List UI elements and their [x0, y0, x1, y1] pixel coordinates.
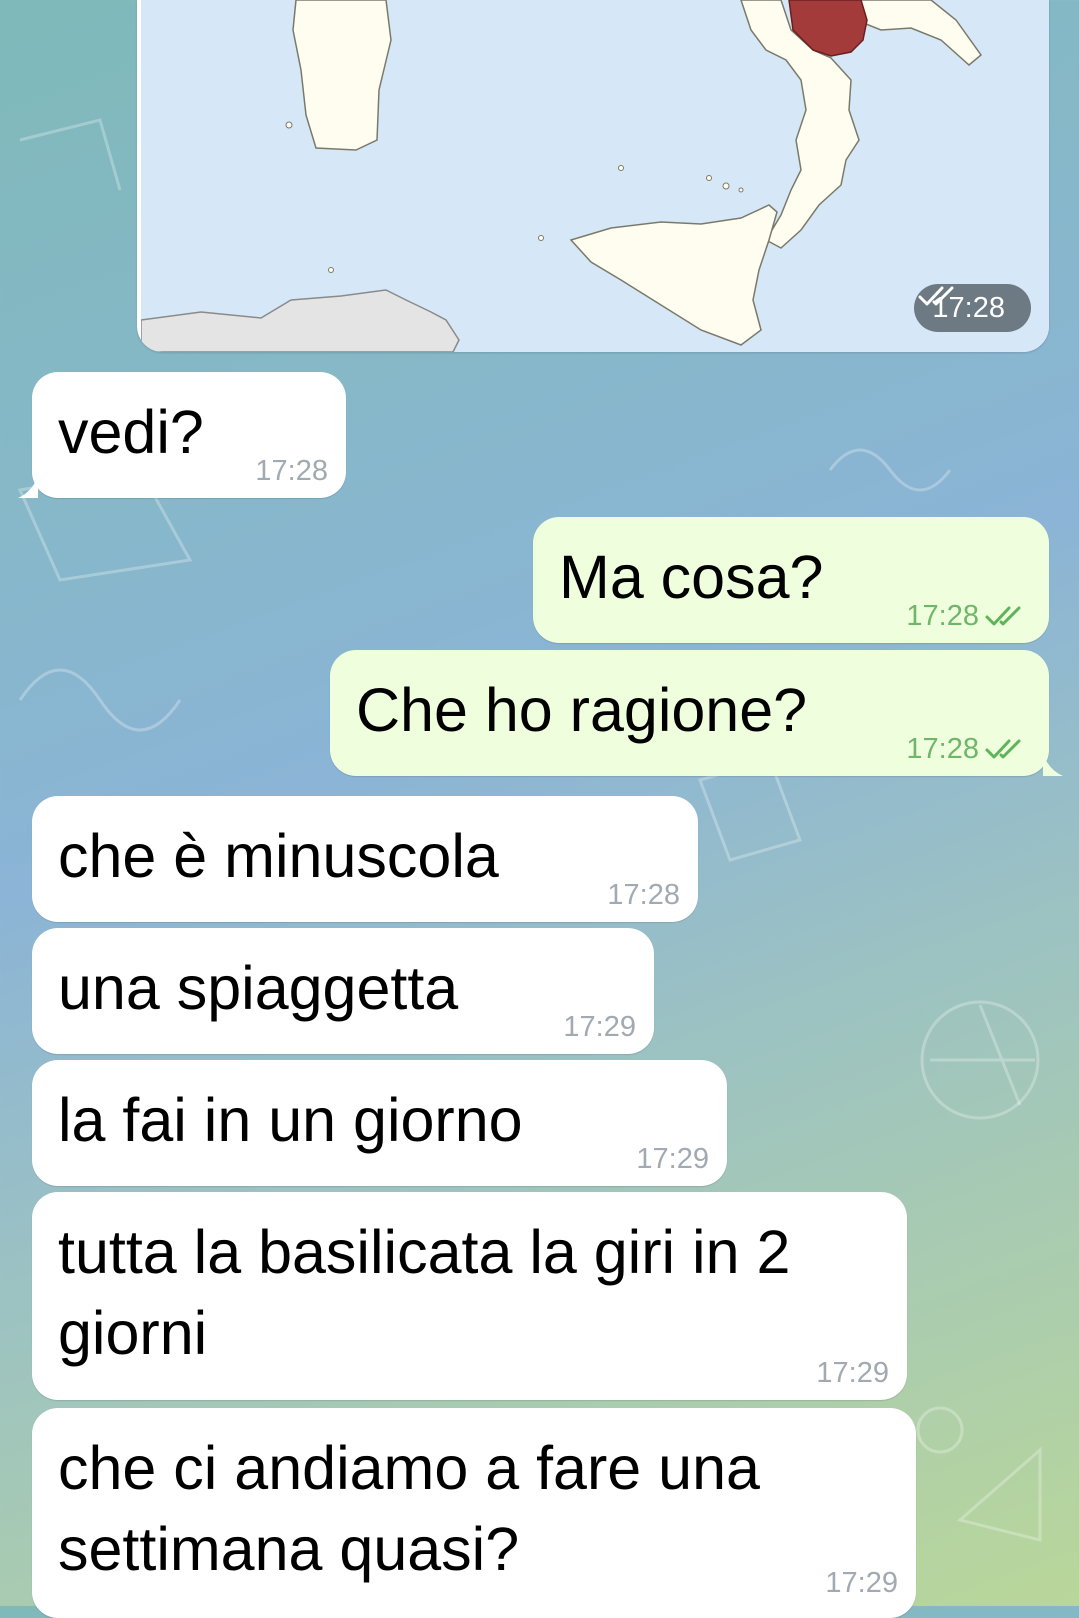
incoming-message[interactable]: la fai in un giorno 17:29	[32, 1060, 727, 1186]
outgoing-message[interactable]: Ma cosa? 17:28	[533, 517, 1049, 643]
message-text: tutta la basilicata la giri in 2 giorni	[58, 1218, 791, 1367]
message-time: 17:28	[607, 879, 680, 911]
message-meta: 17:29	[825, 1566, 898, 1600]
message-time: 17:29	[825, 1567, 898, 1599]
message-text: Ma cosa?	[559, 543, 824, 611]
incoming-message[interactable]: che ci andiamo a fare una settimana quas…	[32, 1408, 916, 1618]
map-image	[141, 0, 1049, 352]
message-time: 17:28	[906, 733, 979, 765]
message-meta: 17:29	[563, 1010, 636, 1044]
bubble-tail	[1043, 754, 1063, 776]
message-meta: 17:28	[906, 732, 1031, 766]
message-text: che ci andiamo a fare una settimana quas…	[58, 1434, 760, 1583]
incoming-message[interactable]: che è minuscola 17:28	[32, 796, 698, 922]
message-text: una spiaggetta	[58, 954, 459, 1022]
message-time: 17:28	[255, 455, 328, 487]
message-meta: 17:28	[607, 878, 680, 912]
message-text: Che ho ragione?	[356, 676, 808, 744]
incoming-message[interactable]: vedi? 17:28	[18, 372, 346, 498]
message-text: la fai in un giorno	[58, 1086, 523, 1154]
message-time: 17:29	[636, 1143, 709, 1175]
message-time: 17:29	[816, 1357, 889, 1389]
message-time: 17:29	[563, 1011, 636, 1043]
double-check-icon	[985, 737, 1031, 761]
outgoing-message[interactable]: Che ho ragione? 17:28	[330, 650, 1063, 776]
incoming-message[interactable]: tutta la basilicata la giri in 2 giorni …	[32, 1192, 907, 1400]
double-check-icon	[985, 604, 1031, 628]
map-message-time-badge: 17:28	[914, 284, 1031, 332]
message-meta: 17:29	[816, 1356, 889, 1390]
message-meta: 17:28	[255, 454, 328, 488]
map-image-message[interactable]: 17:28	[137, 0, 1049, 352]
message-text: che è minuscola	[58, 822, 499, 890]
message-text: vedi?	[58, 398, 204, 466]
message-meta: 17:29	[636, 1142, 709, 1176]
message-meta: 17:28	[906, 599, 1031, 633]
message-time: 17:28	[906, 600, 979, 632]
incoming-message[interactable]: una spiaggetta 17:29	[32, 928, 654, 1054]
bubble-tail	[18, 476, 38, 498]
